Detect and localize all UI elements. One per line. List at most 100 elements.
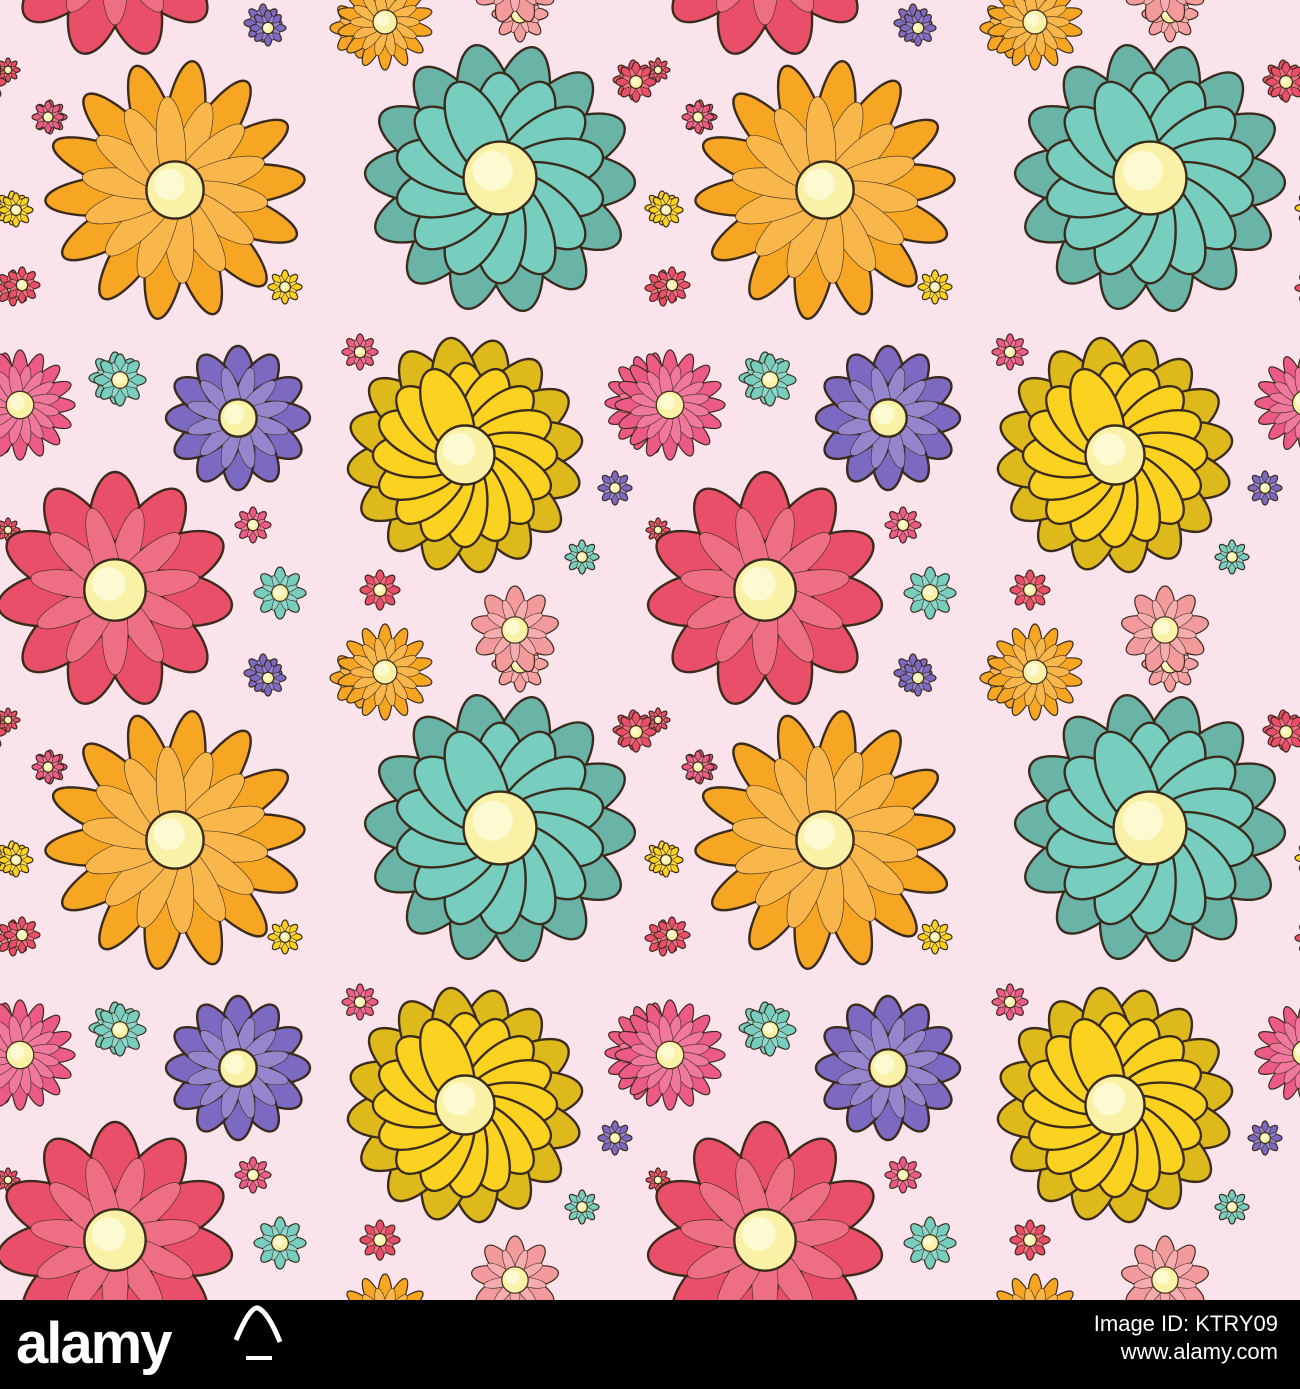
orange-flower-icon: [44, 710, 306, 970]
small-blossom-icon: [267, 919, 303, 955]
orange-flower-icon: [987, 0, 1083, 71]
small-blossom-icon: [1247, 1120, 1283, 1156]
orange-flower-icon: [337, 0, 433, 71]
small-blossom-icon: [648, 192, 684, 228]
small-blossom-icon: [341, 333, 379, 371]
small-blossom-icon: [899, 659, 937, 697]
small-blossom-icon: [1294, 194, 1300, 222]
small-blossom-icon: [615, 61, 657, 103]
orange-flower-icon: [694, 710, 956, 970]
orange-flower-icon: [987, 623, 1083, 721]
red-flower-icon: [646, 1120, 884, 1300]
red-flower-icon: [471, 1235, 559, 1300]
small-blossom-icon: [1214, 539, 1250, 575]
small-blossom-icon: [1247, 470, 1283, 506]
red-flower-icon: [646, 470, 884, 705]
small-blossom-icon: [991, 333, 1029, 371]
red-flower-icon: [0, 1120, 234, 1300]
small-blossom-icon: [1009, 1219, 1051, 1261]
small-blossom-icon: [31, 750, 65, 784]
small-blossom-icon: [884, 1156, 922, 1194]
orange-flower-icon: [337, 623, 433, 721]
brand-mark-icon: [233, 1305, 283, 1360]
teal-flower-icon: [1013, 693, 1287, 963]
floral-pattern: [0, 0, 1300, 1300]
small-blossom-icon: [653, 916, 691, 954]
small-blossom-icon: [1294, 274, 1300, 302]
small-blossom-icon: [234, 506, 272, 544]
small-blossom-icon: [564, 1189, 600, 1225]
small-blossom-icon: [253, 566, 307, 620]
small-blossom-icon: [249, 9, 287, 47]
small-blossom-icon: [648, 842, 684, 878]
purple-flower-icon: [814, 994, 962, 1142]
small-blossom-icon: [884, 506, 922, 544]
small-blossom-icon: [1294, 844, 1300, 872]
orange-flower-icon: [996, 1273, 1074, 1300]
image-id-label: Image ID: KTRY09: [1093, 1311, 1278, 1336]
yellow-flower-icon: [346, 336, 584, 574]
yellow-flower-icon: [996, 336, 1234, 574]
red-flower-icon: [0, 470, 234, 705]
orange-flower-icon: [694, 60, 956, 320]
small-blossom-icon: [597, 470, 633, 506]
small-blossom-icon: [31, 100, 65, 134]
site-url-label: www.alamy.com: [1120, 1339, 1278, 1364]
small-blossom-icon: [615, 711, 657, 753]
image-stage: alamy Image ID: KTRY09 www.alamy.com: [0, 0, 1300, 1389]
small-blossom-icon: [249, 659, 287, 697]
magenta-flower-icon: [1254, 356, 1300, 450]
teal-flower-icon: [363, 43, 637, 313]
small-blossom-icon: [3, 266, 41, 304]
small-blossom-icon: [253, 1216, 307, 1270]
small-blossom-icon: [359, 1219, 401, 1261]
magenta-flower-icon: [614, 349, 726, 461]
brand-logo: alamy: [16, 1311, 172, 1376]
small-blossom-icon: [234, 1156, 272, 1194]
orange-flower-icon: [44, 60, 306, 320]
small-blossom-icon: [1265, 61, 1300, 103]
watermark-footer: alamy Image ID: KTRY09 www.alamy.com: [0, 1300, 1300, 1389]
small-blossom-icon: [917, 919, 953, 955]
small-blossom-icon: [743, 353, 797, 407]
small-blossom-icon: [1294, 924, 1300, 952]
small-blossom-icon: [899, 9, 937, 47]
small-blossom-icon: [743, 1003, 797, 1057]
magenta-flower-icon: [1254, 1006, 1300, 1100]
small-blossom-icon: [93, 353, 147, 407]
small-blossom-icon: [0, 842, 34, 878]
purple-flower-icon: [164, 994, 312, 1142]
footer-meta: Image ID: KTRY09 www.alamy.com: [1094, 1310, 1278, 1366]
small-blossom-icon: [564, 539, 600, 575]
small-blossom-icon: [0, 192, 34, 228]
purple-flower-icon: [164, 344, 312, 492]
small-blossom-icon: [681, 100, 715, 134]
red-flower-icon: [21, 0, 209, 55]
yellow-flower-icon: [996, 986, 1234, 1224]
small-blossom-icon: [3, 916, 41, 954]
small-blossom-icon: [917, 269, 953, 305]
teal-flower-icon: [363, 693, 637, 963]
small-blossom-icon: [93, 1003, 147, 1057]
small-blossom-icon: [597, 1120, 633, 1156]
small-blossom-icon: [903, 1216, 957, 1270]
yellow-flower-icon: [346, 986, 584, 1224]
orange-flower-icon: [346, 1273, 424, 1300]
small-blossom-icon: [359, 569, 401, 611]
small-blossom-icon: [267, 269, 303, 305]
magenta-flower-icon: [0, 349, 76, 461]
magenta-flower-icon: [0, 999, 76, 1111]
small-blossom-icon: [1214, 1189, 1250, 1225]
teal-flower-icon: [1013, 43, 1287, 313]
small-blossom-icon: [681, 750, 715, 784]
small-blossom-icon: [653, 266, 691, 304]
magenta-flower-icon: [614, 999, 726, 1111]
red-flower-icon: [1121, 1235, 1209, 1300]
small-blossom-icon: [991, 983, 1029, 1021]
small-blossom-icon: [1265, 711, 1300, 753]
red-flower-icon: [671, 0, 859, 55]
small-blossom-icon: [1009, 569, 1051, 611]
purple-flower-icon: [814, 344, 962, 492]
small-blossom-icon: [341, 983, 379, 1021]
small-blossom-icon: [903, 566, 957, 620]
